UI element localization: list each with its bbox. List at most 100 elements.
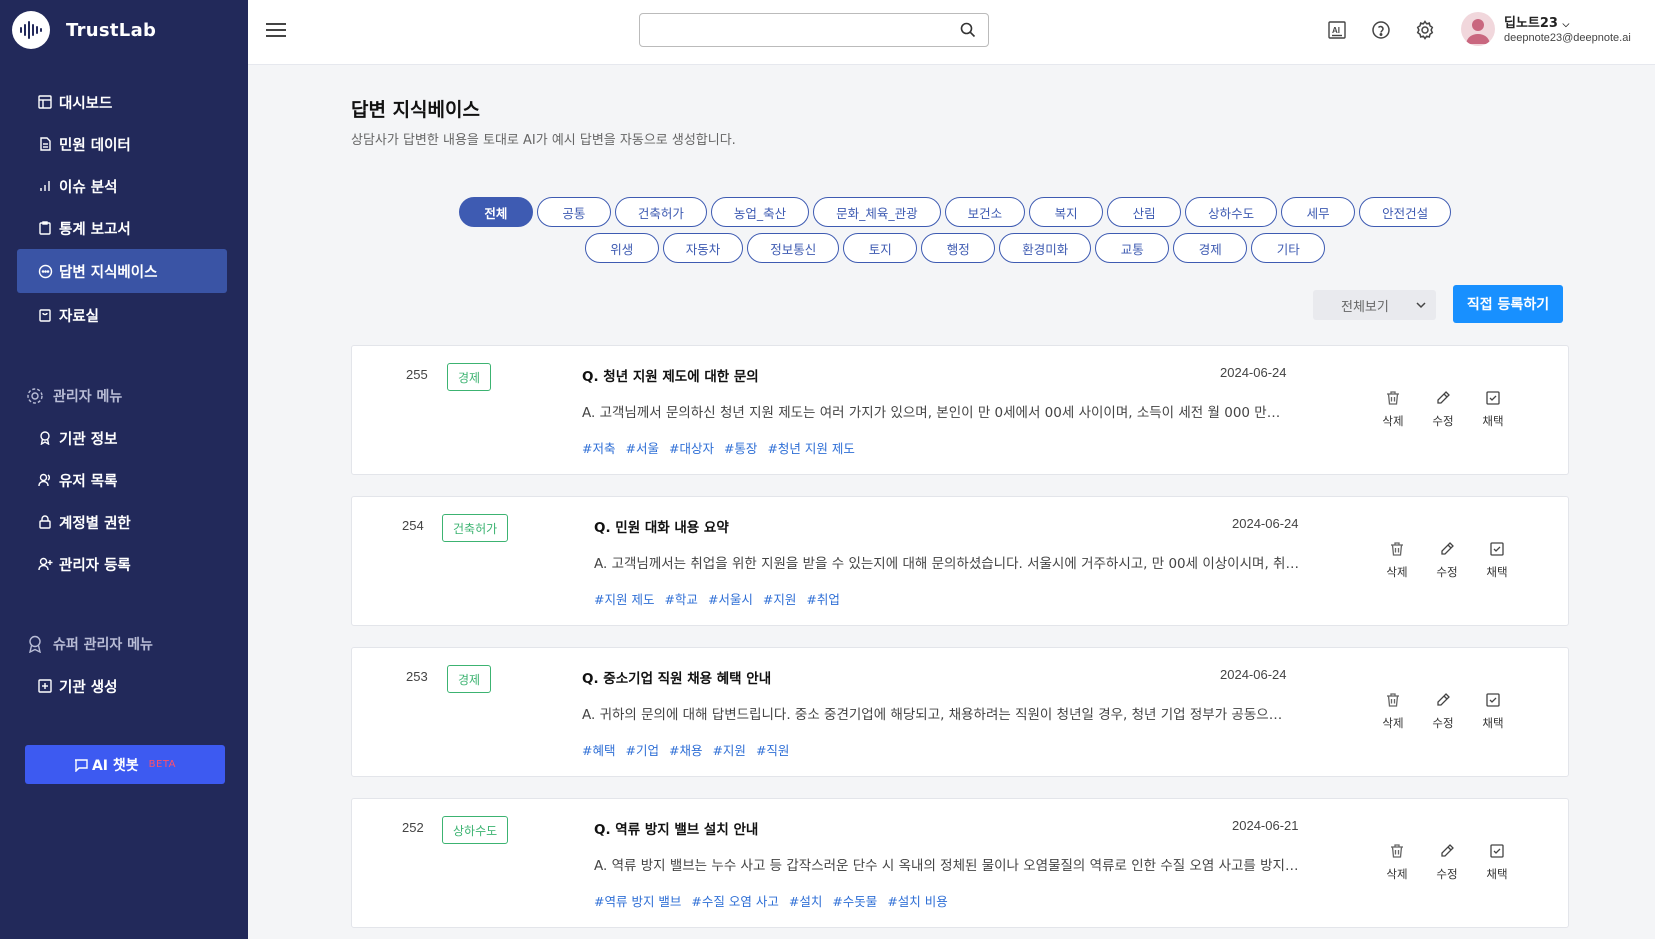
gear-icon[interactable] [1414,19,1436,41]
register-button[interactable]: 직접 등록하기 [1453,285,1563,323]
tag-link[interactable]: #혜택 [582,740,615,759]
knowledge-card[interactable]: 255 경제 Q. 청년 지원 제도에 대한 문의 2024-06-24 A. … [351,345,1569,475]
ai-document-icon[interactable]: AI [1326,19,1348,41]
view-filter-select[interactable]: 전체보기 [1313,290,1436,320]
sidebar-item-complaint-data[interactable]: 민원 데이터 [17,122,227,166]
category-chip[interactable]: 토지 [843,233,918,263]
pencil-icon [1434,389,1452,407]
tag-link[interactable]: #지원 [763,589,796,608]
tag-link[interactable]: #수돗물 [832,891,877,910]
tag-link[interactable]: #직원 [756,740,789,759]
adopt-button[interactable]: 채택 [1468,389,1518,429]
question-title[interactable]: Q. 청년 지원 제도에 대한 문의 [582,365,759,385]
sidebar-item-user-list[interactable]: 유저 목록 [17,458,227,502]
topbar: AI 딥노트23 ⌵ deepnote23@deepnote.ai [248,0,1655,65]
question-title[interactable]: Q. 민원 대화 내용 요약 [594,516,729,536]
sidebar-item-dashboard[interactable]: 대시보드 [17,80,227,124]
edit-button[interactable]: 수정 [1418,691,1468,731]
search-icon[interactable] [960,22,976,38]
chevron-down-icon: ⌵ [1562,20,1570,30]
sidebar-item-admin-register[interactable]: 관리자 등록 [17,542,227,586]
adopt-button[interactable]: 채택 [1472,842,1522,882]
category-chip[interactable]: 보건소 [944,197,1026,227]
category-chip[interactable]: 경제 [1173,233,1248,263]
sidebar-item-org-info[interactable]: 기관 정보 [17,416,227,460]
menu-icon[interactable] [266,20,286,40]
category-chip[interactable]: 산림 [1107,197,1182,227]
category-chip[interactable]: 정보통신 [747,233,840,263]
pencil-icon [1438,540,1456,558]
tag-link[interactable]: #기업 [625,740,658,759]
question-title[interactable]: Q. 역류 방지 밸브 설치 안내 [594,818,758,838]
category-chip[interactable]: 문화_체육_관광 [813,197,941,227]
search-input[interactable] [640,14,940,46]
knowledge-card[interactable]: 253 경제 Q. 중소기업 직원 채용 혜택 안내 2024-06-24 A.… [351,647,1569,777]
sidebar-item-stats-report[interactable]: 통계 보고서 [17,206,227,250]
search-box[interactable] [639,13,989,47]
tag-link[interactable]: #저축 [582,438,615,457]
edit-button[interactable]: 수정 [1422,842,1472,882]
question-title[interactable]: Q. 중소기업 직원 채용 혜택 안내 [582,667,771,687]
users-icon [37,472,53,488]
delete-button[interactable]: 삭제 [1368,389,1418,429]
knowledge-card[interactable]: 252 상하수도 Q. 역류 방지 밸브 설치 안내 2024-06-21 A.… [351,798,1569,928]
sidebar-item-label: 기관 정보 [59,431,118,448]
card-actions: 삭제 수정 채택 [1368,389,1518,429]
help-icon[interactable] [1370,19,1392,41]
adopt-button[interactable]: 채택 [1472,540,1522,580]
edit-button[interactable]: 수정 [1422,540,1472,580]
tag-link[interactable]: #채용 [669,740,702,759]
category-filter: 전체 공통 건축허가 농업_축산 문화_체육_관광 보건소 복지 산림 상하수도 세무 안전건설위생… [420,197,1490,263]
tag-link[interactable]: #지원 [712,740,745,759]
user-name[interactable]: 딥노트23 ⌵ [1504,12,1569,31]
category-chip[interactable]: 세무 [1281,197,1356,227]
tag-link[interactable]: #서울 [625,438,658,457]
tag-link[interactable]: #취업 [806,589,839,608]
category-chip[interactable]: 공통 [536,197,611,227]
sidebar-item-account-permissions[interactable]: 계정별 권한 [17,500,227,544]
sidebar-item-create-org[interactable]: 기관 생성 [17,664,227,708]
category-chip[interactable]: 자동차 [662,233,744,263]
plus-square-icon [37,678,53,694]
category-chip[interactable]: 교통 [1095,233,1170,263]
category-chip[interactable]: 복지 [1029,197,1104,227]
delete-button[interactable]: 삭제 [1372,540,1422,580]
category-chip[interactable]: 행정 [921,233,996,263]
award-icon [25,634,45,654]
knowledge-card[interactable]: 254 건축허가 Q. 민원 대화 내용 요약 2024-06-24 A. 고객… [351,496,1569,626]
adopt-button[interactable]: 채택 [1468,691,1518,731]
delete-button[interactable]: 삭제 [1368,691,1418,731]
answer-preview: A. 역류 방지 밸브는 누수 사고 등 갑작스러운 단수 시 옥내의 정체된 … [594,858,1302,874]
category-chip[interactable]: 건축허가 [614,197,707,227]
sidebar-item-archive[interactable]: 자료실 [17,293,227,337]
delete-label: 삭제 [1386,867,1408,881]
sidebar-item-issue-analysis[interactable]: 이슈 분석 [17,164,227,208]
tag-link[interactable]: #서울시 [708,589,753,608]
sidebar-item-label: 답변 지식베이스 [59,264,158,281]
avatar[interactable] [1461,12,1495,46]
tag-link[interactable]: #통장 [724,438,757,457]
message-icon [74,758,88,772]
pencil-icon [1438,842,1456,860]
tag-link[interactable]: #수질 오염 사고 [691,891,778,910]
category-chip[interactable]: 위생 [584,233,659,263]
tag-link[interactable]: #설치 비용 [887,891,947,910]
category-chip[interactable]: 상하수도 [1185,197,1278,227]
tag-link[interactable]: #역류 방지 밸브 [594,891,681,910]
category-chip[interactable]: 기타 [1251,233,1326,263]
category-chip[interactable]: 안전건설 [1359,197,1452,227]
tag-link[interactable]: #설치 [789,891,822,910]
delete-button[interactable]: 삭제 [1372,842,1422,882]
brand[interactable]: TrustLab [12,11,156,49]
sidebar-item-knowledge-base[interactable]: 답변 지식베이스 [17,249,227,293]
check-square-icon [1484,691,1502,709]
category-chip[interactable]: 환경미화 [999,233,1092,263]
category-chip[interactable]: 전체 [458,197,533,227]
tag-link[interactable]: #지원 제도 [594,589,654,608]
tag-link[interactable]: #대상자 [669,438,714,457]
tag-link[interactable]: #학교 [664,589,697,608]
edit-button[interactable]: 수정 [1418,389,1468,429]
category-chip[interactable]: 농업_축산 [710,197,810,227]
tag-link[interactable]: #청년 지원 제도 [767,438,854,457]
ai-chatbot-button[interactable]: AI 챗봇 BETA [25,745,225,784]
